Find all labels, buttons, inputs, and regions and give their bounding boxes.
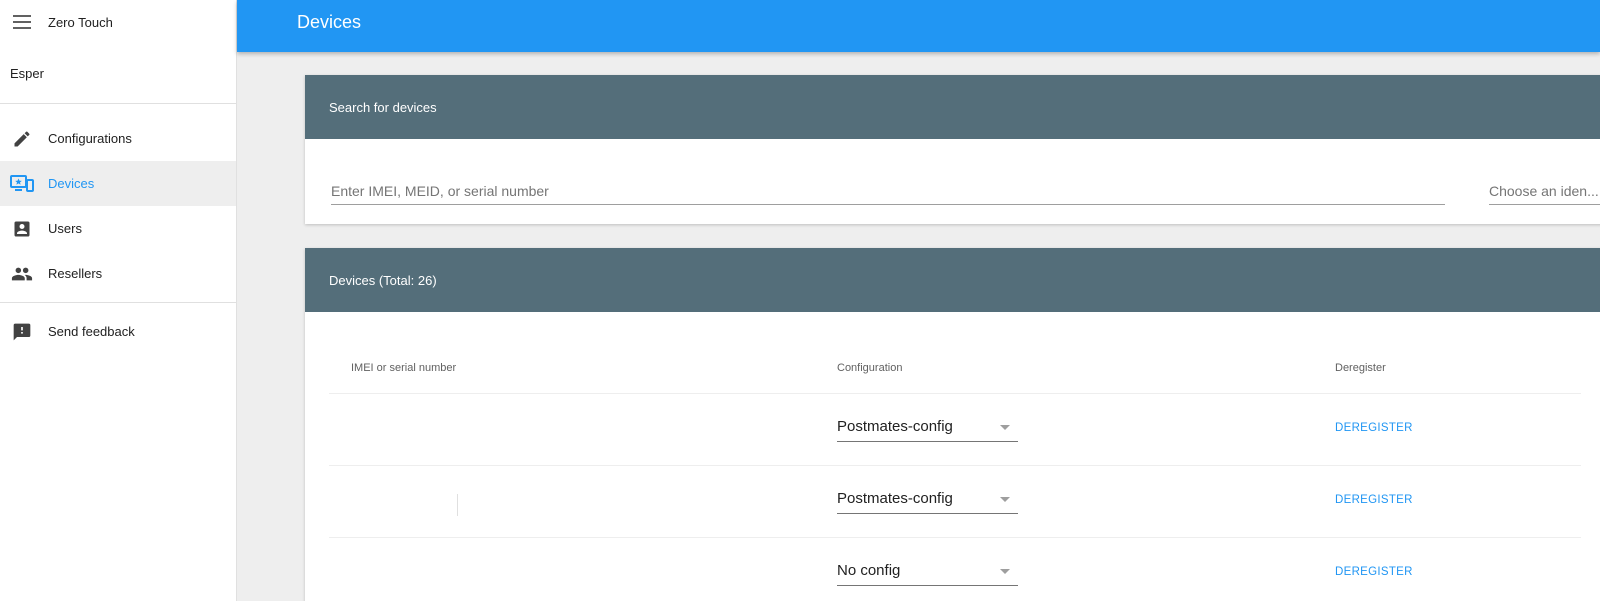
table-header-row: IMEI or serial number Configuration Dere… — [329, 312, 1581, 394]
sidebar-item-label: Users — [48, 221, 82, 236]
sidebar-item-send-feedback[interactable]: Send feedback — [0, 309, 236, 354]
sidebar: Zero Touch Esper Configurations Devices … — [0, 0, 237, 601]
dropdown-arrow-icon — [1000, 569, 1010, 574]
feedback-icon — [10, 320, 34, 344]
column-header-imei[interactable]: IMEI or serial number — [351, 362, 456, 374]
sidebar-item-label: Devices — [48, 176, 95, 191]
configuration-select[interactable]: Postmates-config — [837, 416, 1018, 442]
column-header-deregister: Deregister — [1335, 362, 1386, 374]
top-app-bar: Devices — [237, 0, 1600, 52]
app-title: Zero Touch — [48, 14, 113, 30]
device-search-input[interactable] — [331, 177, 1445, 205]
table-row: No config DEREGISTER — [329, 538, 1581, 601]
devices-card: Devices (Total: 26) IMEI or serial numbe… — [305, 248, 1600, 601]
sidebar-item-resellers[interactable]: Resellers — [0, 251, 236, 296]
dropdown-arrow-icon — [1000, 497, 1010, 502]
user-icon — [10, 217, 34, 241]
page-title: Devices — [297, 12, 362, 32]
configuration-select[interactable]: No config — [837, 560, 1018, 586]
deregister-button[interactable]: DEREGISTER — [1335, 494, 1413, 506]
sidebar-nav: Configurations Devices Users Resellers S… — [0, 104, 236, 354]
sidebar-item-users[interactable]: Users — [0, 206, 236, 251]
column-header-configuration[interactable]: Configuration — [837, 362, 902, 374]
table-row: Postmates-config DEREGISTER — [329, 466, 1581, 538]
devices-card-header: Devices (Total: 26) — [305, 248, 1600, 312]
configuration-value: No config — [837, 562, 901, 579]
table-row: Postmates-config DEREGISTER — [329, 394, 1581, 466]
people-icon — [10, 262, 34, 286]
sidebar-item-configurations[interactable]: Configurations — [0, 116, 236, 161]
configuration-value: Postmates-config — [837, 418, 953, 435]
text-cursor — [457, 494, 458, 516]
configuration-value: Postmates-config — [837, 490, 953, 507]
devices-icon — [10, 172, 34, 196]
pencil-icon — [10, 127, 34, 151]
devices-table: IMEI or serial number Configuration Dere… — [329, 312, 1581, 601]
identifier-type-select[interactable]: Choose an iden... — [1489, 177, 1600, 205]
dropdown-arrow-icon — [1000, 425, 1010, 430]
search-body: Choose an iden... — [305, 139, 1600, 224]
search-card: Search for devices Choose an iden... — [305, 75, 1600, 224]
configuration-select[interactable]: Postmates-config — [837, 488, 1018, 514]
sidebar-divider — [0, 302, 236, 303]
sidebar-item-label: Send feedback — [48, 324, 135, 339]
search-card-header: Search for devices — [305, 75, 1600, 139]
hamburger-menu-icon[interactable] — [12, 12, 32, 32]
sidebar-item-label: Configurations — [48, 131, 132, 146]
deregister-button[interactable]: DEREGISTER — [1335, 566, 1413, 578]
sidebar-item-devices[interactable]: Devices — [0, 161, 236, 206]
organization-name: Esper — [0, 44, 236, 104]
sidebar-header: Zero Touch — [0, 0, 236, 44]
deregister-button[interactable]: DEREGISTER — [1335, 422, 1413, 434]
sidebar-item-label: Resellers — [48, 266, 103, 281]
